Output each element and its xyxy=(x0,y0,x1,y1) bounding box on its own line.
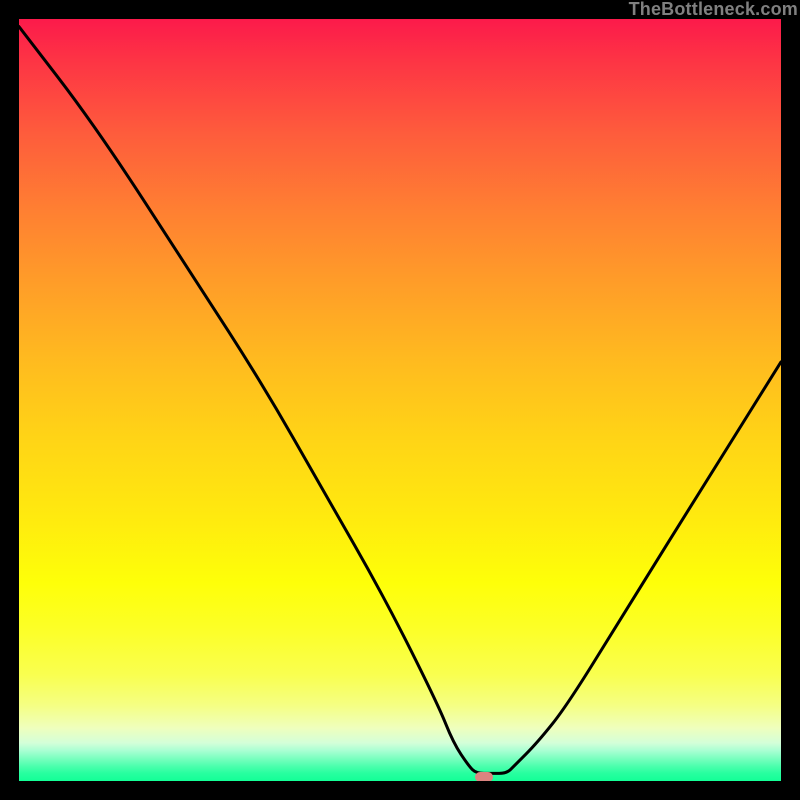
chart-stage: TheBottleneck.com xyxy=(0,0,800,800)
heatmap-gradient xyxy=(19,19,781,781)
watermark-text: TheBottleneck.com xyxy=(629,0,798,20)
plot-area xyxy=(19,19,781,781)
